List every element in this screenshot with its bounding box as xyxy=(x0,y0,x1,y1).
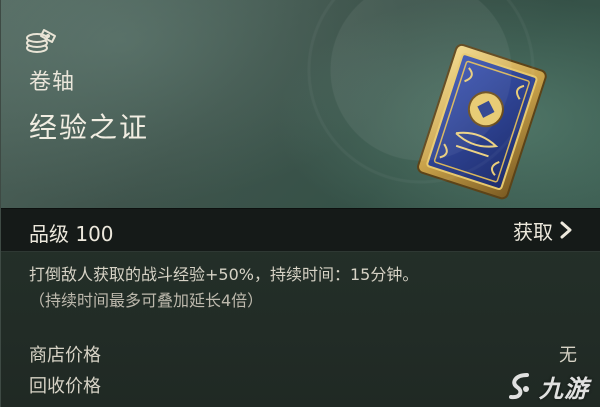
item-grade: 品级 100 xyxy=(29,222,114,246)
jiuyou-logo-icon xyxy=(509,373,529,400)
shop-price-row: 商店价格 无 xyxy=(29,341,577,371)
item-name: 经验之证 xyxy=(29,111,150,144)
item-detail-panel: 卷轴 经验之证 品级 100 获取 打倒敌人获取的战斗经验+50%，持续时间：1… xyxy=(0,0,600,407)
description-line-1: 打倒敌人获取的战斗经验+50%，持续时间：15分钟。 xyxy=(29,265,419,284)
grade-bar: 品级 100 获取 xyxy=(1,208,600,252)
chevron-right-icon xyxy=(560,221,572,239)
gilded-card-icon xyxy=(417,43,547,200)
recycle-price-row: 回收价格 xyxy=(29,372,577,402)
item-header: 卷轴 经验之证 xyxy=(1,0,600,209)
watermark-text: 九游 xyxy=(539,374,589,403)
shop-price-label: 商店价格 xyxy=(29,345,101,366)
acquire-button[interactable]: 获取 xyxy=(513,214,573,246)
item-description: 打倒敌人获取的战斗经验+50%，持续时间：15分钟。 （持续时间最多可叠加延长4… xyxy=(29,262,589,314)
description-line-2: （持续时间最多可叠加延长4倍） xyxy=(29,291,264,310)
watermark: 九游 xyxy=(505,369,589,403)
item-category: 卷轴 xyxy=(29,70,76,95)
coins-scroll-icon xyxy=(26,29,56,53)
recycle-price-label: 回收价格 xyxy=(29,376,101,397)
shop-price-value: 无 xyxy=(559,345,577,366)
acquire-label: 获取 xyxy=(513,219,553,244)
